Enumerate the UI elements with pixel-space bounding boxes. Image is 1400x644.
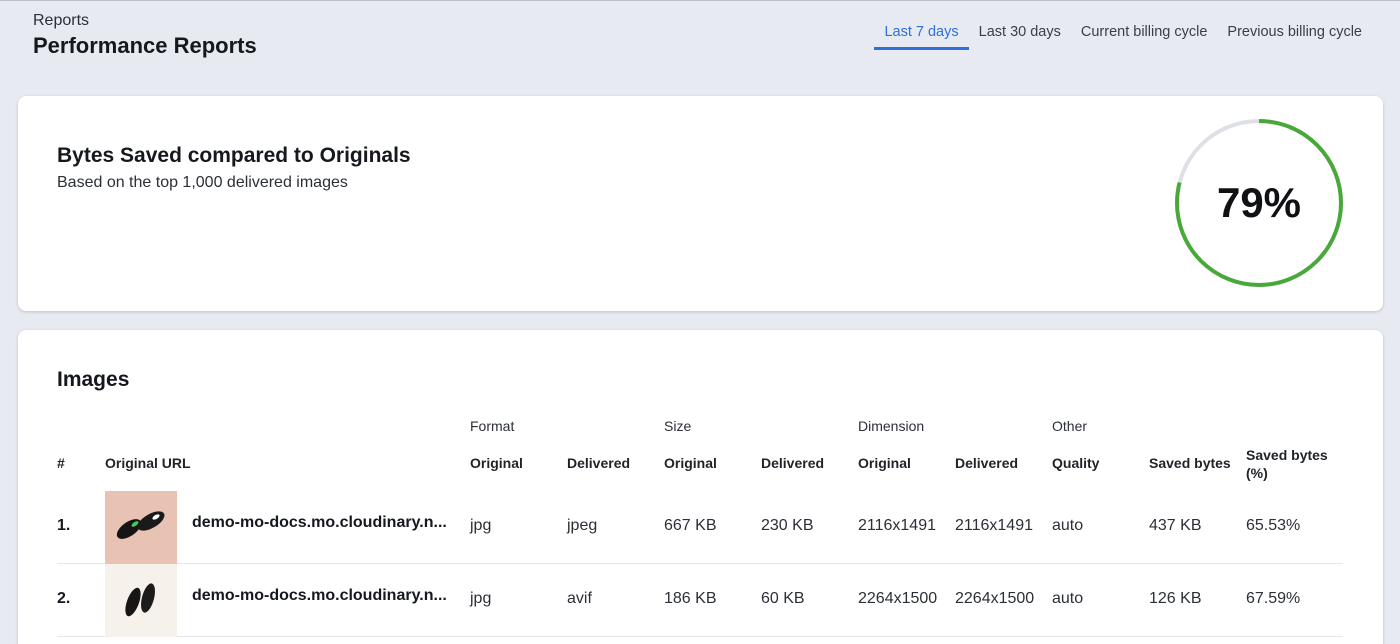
dimension-group-header: Dimension [858, 418, 925, 434]
saved-bytes: 126 KB [1149, 590, 1202, 607]
bytes-saved-subtitle: Based on the top 1,000 delivered images [57, 174, 348, 191]
row-index: 2. [57, 590, 71, 607]
format-delivered: jpeg [567, 517, 598, 534]
tab-current-billing-cycle[interactable]: Current billing cycle [1071, 21, 1218, 50]
images-title: Images [57, 368, 130, 391]
col-header-quality: Quality [1052, 455, 1100, 471]
col-header-saved-bytes-pct: Saved bytes (%) [1246, 447, 1328, 481]
table-row[interactable]: 1. demo-mo-docs.mo.cloudinary.n... jpg j… [57, 491, 1343, 564]
col-header-original-url: Original URL [105, 455, 191, 471]
size-delivered: 60 KB [761, 590, 805, 607]
gauge-percent-label: 79% [1216, 179, 1302, 226]
saved-bytes: 437 KB [1149, 517, 1202, 534]
size-original: 186 KB [664, 590, 717, 607]
tab-last-7-days[interactable]: Last 7 days [874, 21, 969, 50]
date-range-tabs: Last 7 days Last 30 days Current billing… [874, 21, 1372, 50]
col-header-format-delivered: Delivered [567, 455, 631, 471]
format-original: jpg [470, 590, 492, 607]
quality: auto [1052, 590, 1084, 607]
images-card: Images Format Size Dimension Other # Ori… [18, 330, 1383, 644]
tab-last-30-days[interactable]: Last 30 days [969, 21, 1071, 50]
size-group-header: Size [664, 418, 692, 434]
row-index: 1. [57, 517, 71, 534]
other-group-header: Other [1052, 418, 1088, 434]
dimension-delivered: 2264x1500 [955, 590, 1035, 607]
dimension-delivered: 2116x1491 [955, 517, 1033, 534]
table-row[interactable]: 2. demo-mo-docs.mo.cloudinary.n... jpg a… [57, 564, 1343, 637]
size-delivered: 230 KB [761, 517, 814, 534]
breadcrumb[interactable]: Reports [33, 11, 257, 31]
col-header-format-original: Original [470, 455, 523, 471]
original-url-link[interactable]: demo-mo-docs.mo.cloudinary.n... [192, 587, 450, 605]
sneakers-thumbnail-icon[interactable] [105, 491, 177, 564]
size-original: 667 KB [664, 517, 717, 534]
format-group-header: Format [470, 418, 515, 434]
bytes-saved-card: Bytes Saved compared to Originals Based … [18, 96, 1383, 311]
col-header-size-original: Original [664, 455, 717, 471]
quality: auto [1052, 517, 1084, 534]
format-delivered: avif [567, 590, 592, 607]
page-header: Reports Performance Reports [33, 11, 257, 60]
dimension-original: 2116x1491 [858, 517, 936, 534]
original-url-link[interactable]: demo-mo-docs.mo.cloudinary.n... [192, 514, 450, 532]
bytes-saved-title: Bytes Saved compared to Originals [57, 144, 411, 167]
saved-bytes-pct: 65.53% [1246, 517, 1301, 534]
dimension-original: 2264x1500 [858, 590, 938, 607]
col-header-dimension-delivered: Delivered [955, 455, 1019, 471]
saved-bytes-pct: 67.59% [1246, 590, 1301, 607]
sneakers-thumbnail-icon[interactable] [105, 564, 177, 637]
page-title: Performance Reports [33, 33, 257, 58]
col-header-index: # [57, 455, 65, 471]
col-header-size-delivered: Delivered [761, 455, 825, 471]
col-header-saved-bytes: Saved bytes [1149, 455, 1231, 471]
format-original: jpg [470, 517, 492, 534]
percent-saved-gauge: 79% [1174, 118, 1344, 288]
col-header-dimension-original: Original [858, 455, 911, 471]
tab-previous-billing-cycle[interactable]: Previous billing cycle [1217, 21, 1372, 50]
